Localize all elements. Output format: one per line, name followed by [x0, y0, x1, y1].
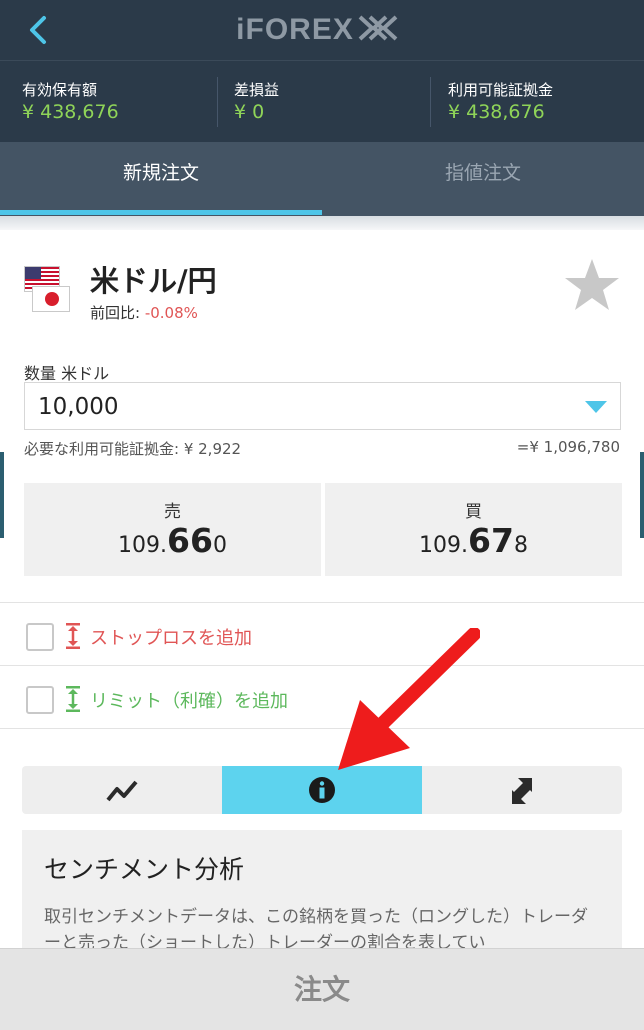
left-edge-marker	[0, 452, 4, 538]
equity-value: ¥ 438,676	[22, 101, 119, 123]
required-margin: 必要な利用可能証拠金: ¥ 2,922	[24, 440, 242, 458]
buy-price: 109.678	[419, 521, 528, 560]
chart-segment[interactable]	[22, 766, 222, 814]
top-bar: iFOREX	[0, 0, 644, 60]
active-tab-indicator	[0, 210, 322, 215]
sell-price: 109.660	[118, 521, 227, 560]
limit-icon	[66, 686, 80, 712]
tab-limit-order[interactable]: 指値注文	[322, 142, 644, 216]
stop-loss-icon	[66, 623, 80, 649]
account-summary: 有効保有額 ¥ 438,676 差損益 ¥ 0 利用可能証拠金 ¥ 438,67…	[0, 60, 644, 142]
divider	[0, 665, 644, 666]
limit-checkbox[interactable]	[26, 686, 54, 714]
right-edge-marker	[640, 452, 644, 538]
jp-flag-icon	[32, 286, 70, 312]
tabs-shadow	[0, 216, 644, 230]
daily-change-label: 前回比:	[90, 304, 145, 322]
order-tabs: 新規注文 指値注文	[0, 142, 644, 216]
stats-divider	[217, 77, 218, 127]
daily-change: 前回比: -0.08%	[90, 302, 198, 323]
logo-text: iFOREX	[236, 13, 354, 46]
quantity-label: 数量 米ドル	[24, 364, 110, 383]
info-icon	[309, 777, 335, 803]
order-button[interactable]: 注文	[0, 948, 644, 1030]
divider	[0, 602, 644, 603]
pnl-value: ¥ 0	[234, 101, 265, 123]
stop-loss-checkbox[interactable]	[26, 623, 54, 651]
divider	[0, 728, 644, 729]
app-logo: iFOREX	[0, 0, 644, 60]
buy-label: 買	[465, 502, 482, 522]
sell-button[interactable]: 売 109.660	[24, 483, 321, 576]
daily-change-value: -0.08%	[144, 304, 198, 322]
available-margin-value: ¥ 438,676	[448, 101, 545, 123]
pnl-label: 差損益	[234, 81, 280, 99]
sell-label: 売	[164, 502, 181, 522]
stop-loss-label[interactable]: ストップロスを追加	[90, 624, 252, 650]
sentiment-title: センチメント分析	[44, 855, 245, 884]
buy-button[interactable]: 買 109.678	[325, 483, 622, 576]
swap-icon	[512, 778, 532, 804]
quantity-select[interactable]: 10,000	[24, 382, 621, 430]
quantity-value: 10,000	[38, 394, 119, 420]
stats-divider	[430, 77, 431, 127]
caret-down-icon	[585, 401, 607, 413]
limit-label[interactable]: リミット（利確）を追加	[90, 687, 288, 713]
available-margin-label: 利用可能証拠金	[448, 81, 554, 99]
logo-chevrons-icon	[358, 15, 398, 41]
notional-value: =¥ 1,096,780	[516, 438, 620, 456]
tab-new-order[interactable]: 新規注文	[0, 142, 322, 216]
instrument-name: 米ドル/円	[90, 264, 217, 298]
equity-label: 有効保有額	[22, 81, 98, 99]
annotation-arrow-icon	[338, 628, 480, 770]
star-icon[interactable]	[562, 256, 622, 316]
line-chart-icon	[106, 780, 138, 802]
